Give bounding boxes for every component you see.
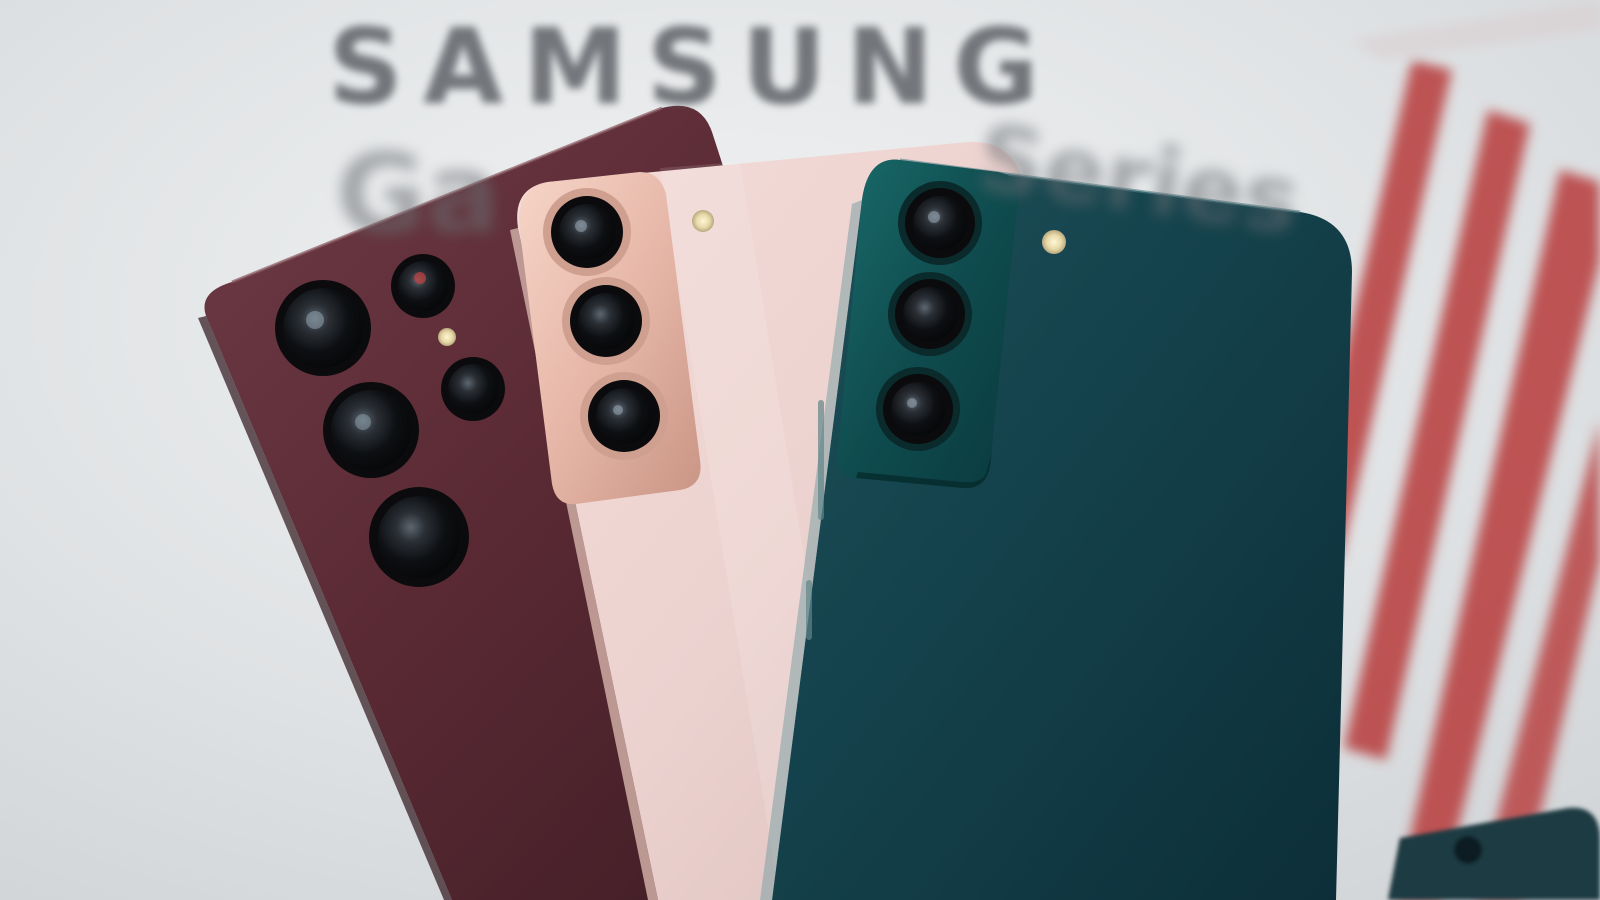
burgundy-flash-icon [438,328,456,346]
green-flash-icon [1042,230,1066,254]
photo-scene: SAMSUNG Ga Series [0,0,1600,900]
background-series-text-left: Ga [336,130,501,258]
green-phone [760,158,1352,900]
pink-flash-icon [692,210,714,232]
scene-drawing [0,0,1600,900]
background-brand-text: SAMSUNG [328,6,1059,128]
